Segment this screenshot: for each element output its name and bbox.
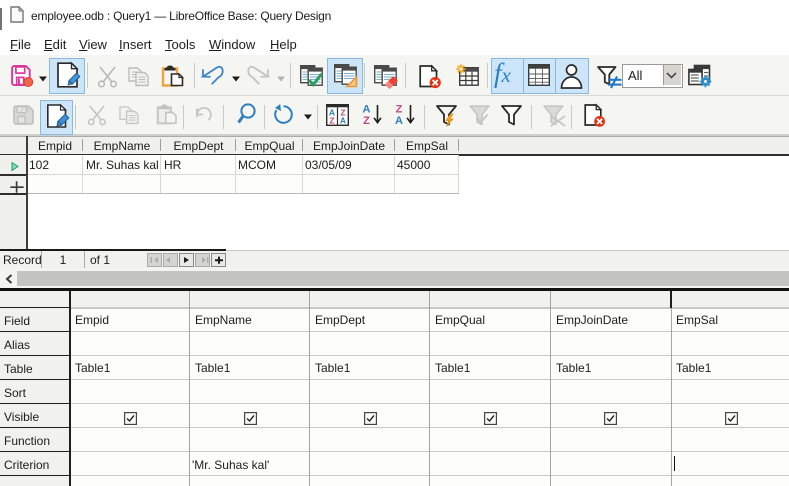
svg-text:Z: Z [363, 115, 370, 127]
svg-text:A: A [363, 104, 371, 116]
svg-text:A: A [395, 115, 403, 127]
svg-text:Z: Z [396, 104, 403, 116]
svg-text:Z: Z [329, 116, 334, 126]
svg-text:A: A [340, 116, 346, 126]
